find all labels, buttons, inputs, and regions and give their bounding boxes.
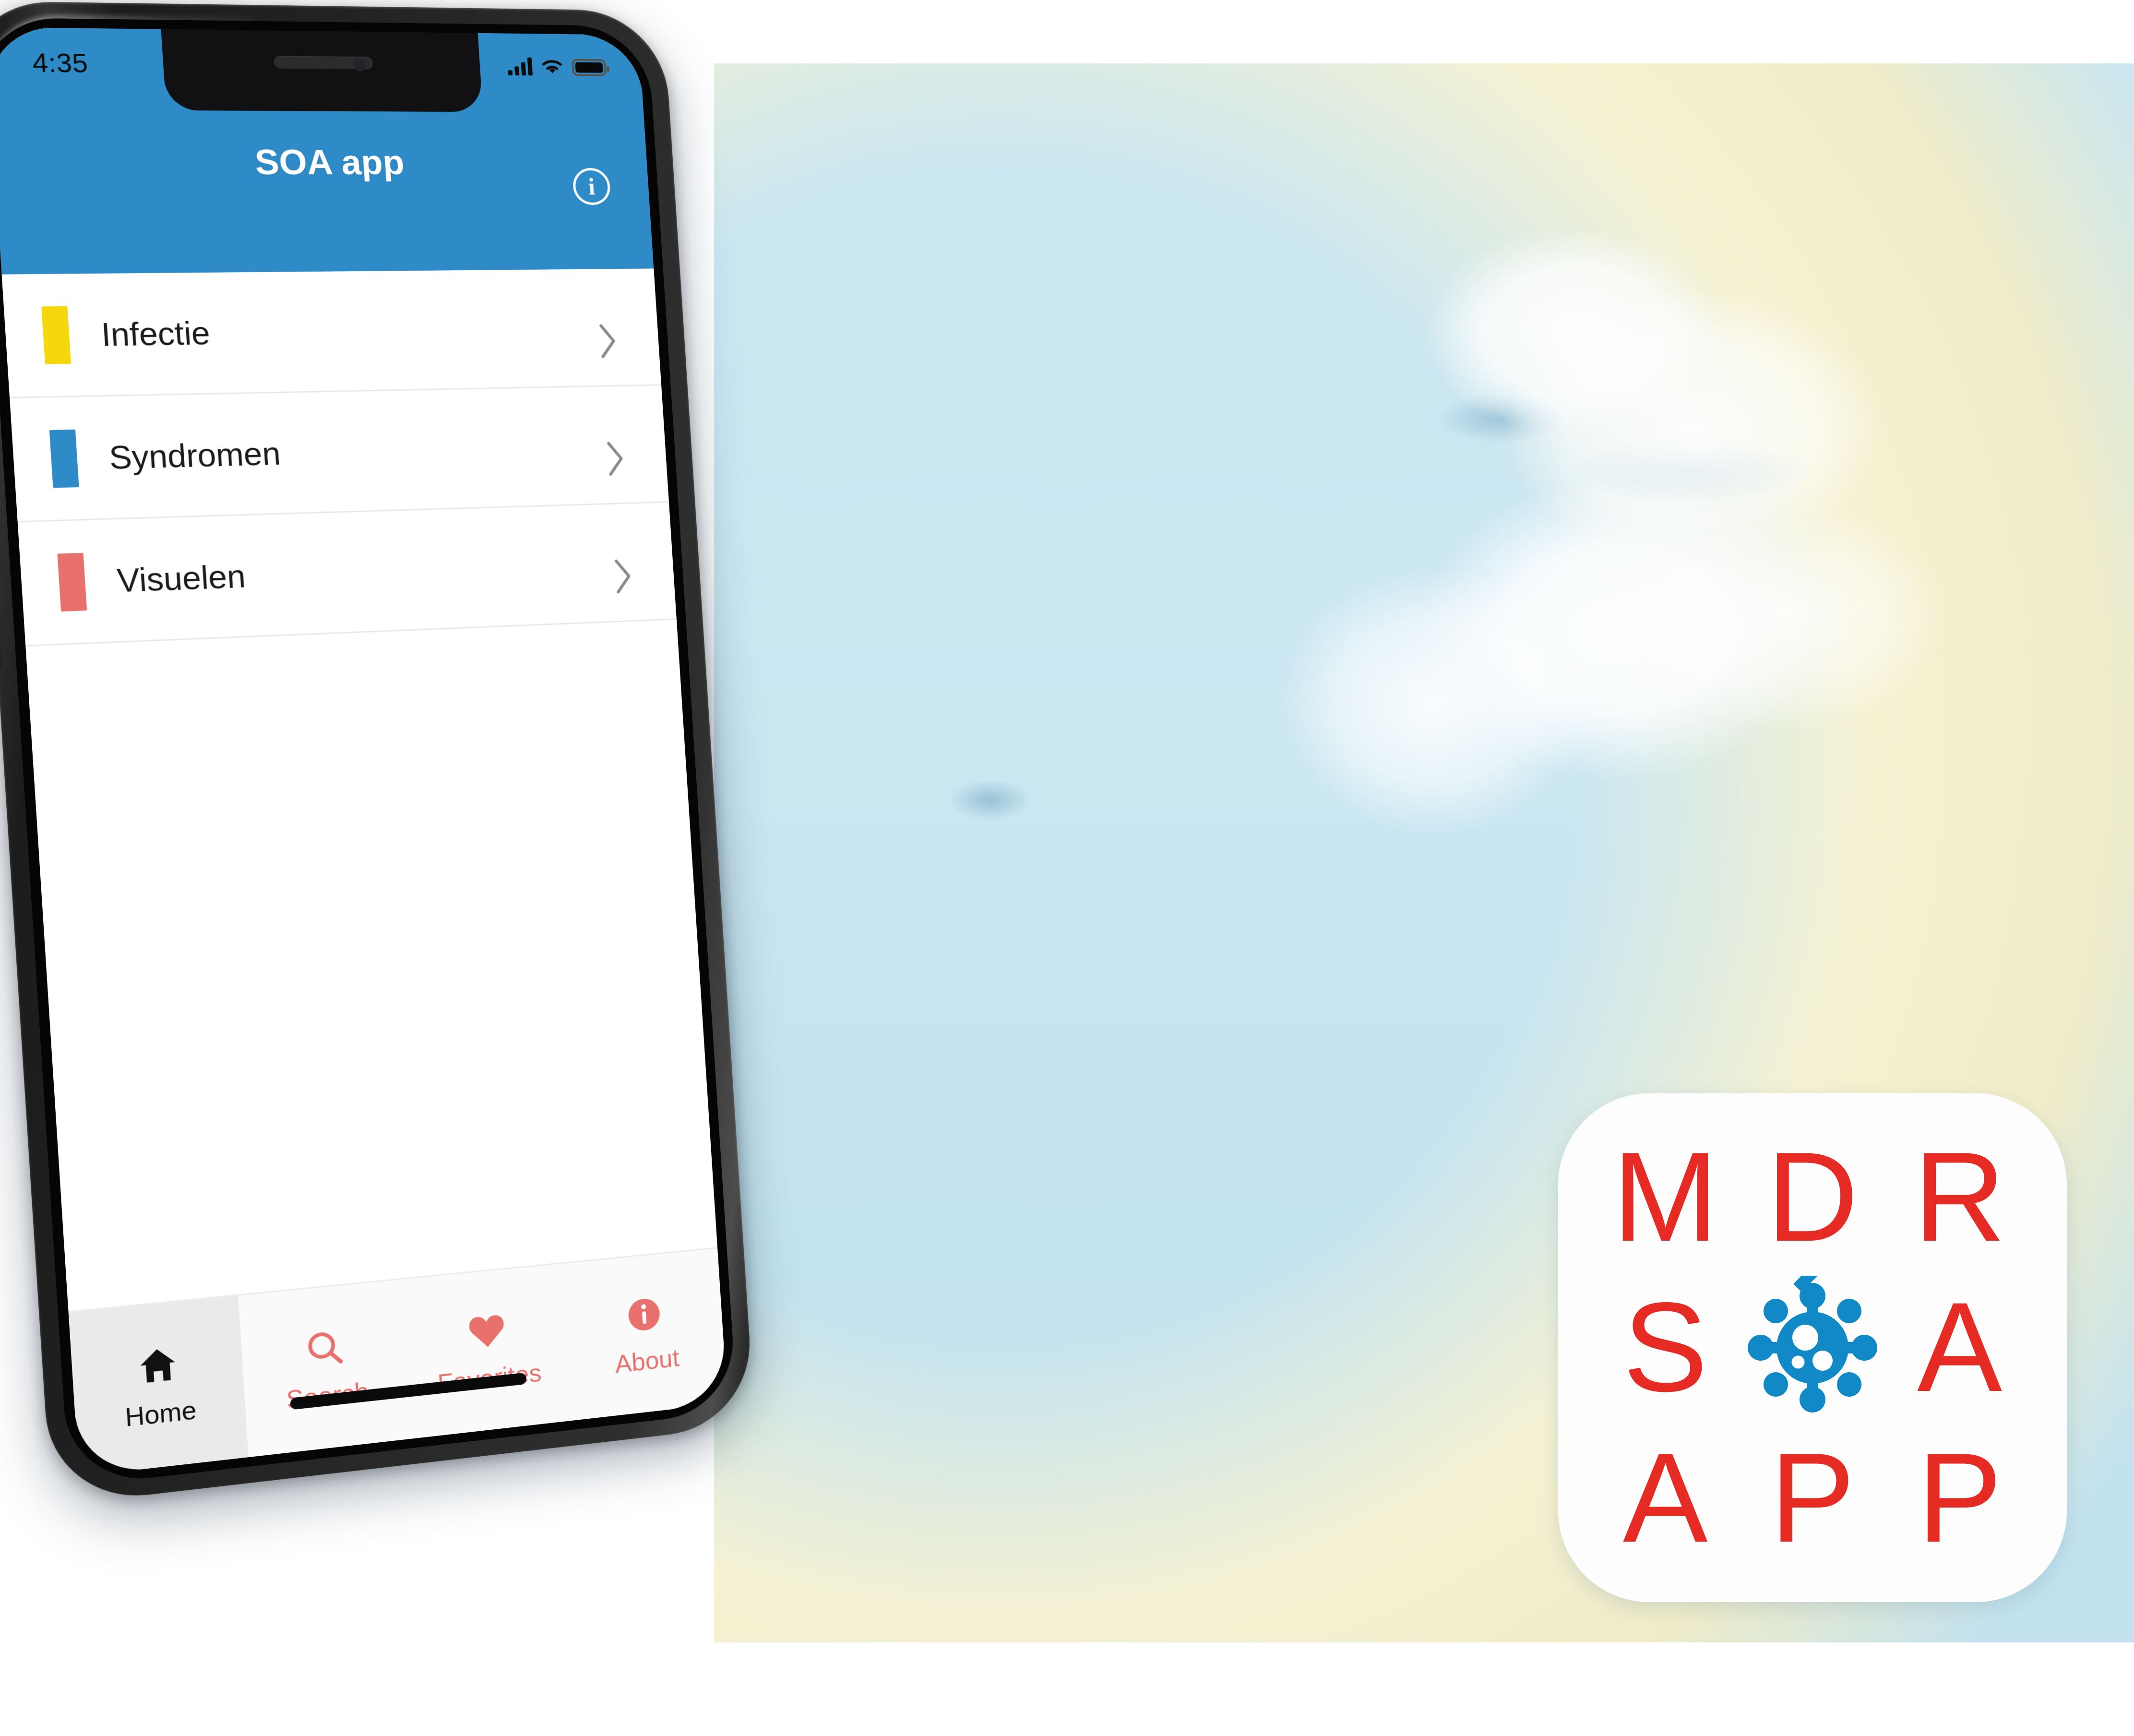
tab-label-home: Home — [124, 1395, 198, 1432]
chevron-right-icon — [603, 440, 627, 478]
cellular-signal-icon — [507, 56, 533, 76]
chevron-right-icon — [610, 557, 634, 595]
list-item[interactable]: Visuelen — [17, 503, 677, 647]
logo-letter-d: D — [1766, 1126, 1859, 1269]
logo-letter-s: S — [1622, 1276, 1708, 1419]
list-item[interactable]: Syndromen — [10, 385, 669, 523]
chevron-right-icon — [595, 323, 619, 360]
home-icon — [134, 1340, 181, 1390]
category-color-swatch — [49, 429, 79, 488]
list-item-label: Visuelen — [116, 557, 247, 599]
heart-icon — [465, 1306, 509, 1355]
logo-letter-p-2: P — [1917, 1426, 2003, 1569]
screenshot-stage: M D R S A A P P 4:35 SOA app i Infectie … — [0, 0, 2134, 1736]
phone-screen: 4:35 SOA app i Infectie Syndromen Visuel… — [0, 27, 728, 1477]
logo-letter-r: R — [1913, 1126, 2006, 1269]
status-bar-time: 4:35 — [31, 48, 89, 79]
mdr-soa-app-logo: M D R S A A P P — [1558, 1093, 2067, 1602]
info-filled-icon — [622, 1291, 666, 1339]
list-item[interactable]: Infectie — [1, 268, 662, 399]
tab-favorites[interactable]: Favorites — [403, 1264, 572, 1439]
category-color-swatch — [41, 306, 72, 364]
logo-letter-a-right: A — [1917, 1276, 2003, 1419]
category-list: Infectie Syndromen Visuelen — [1, 268, 718, 1311]
tab-label-about: About — [614, 1343, 680, 1378]
logo-letter-a-bottom: A — [1622, 1426, 1708, 1569]
category-color-swatch — [57, 552, 87, 611]
tab-search[interactable]: Search — [238, 1280, 413, 1457]
battery-full-icon — [571, 59, 607, 76]
logo-letter-p-1: P — [1770, 1426, 1855, 1569]
phone-mockup: 4:35 SOA app i Infectie Syndromen Visuel… — [0, 0, 816, 1736]
phone-notch — [160, 27, 483, 112]
page-title: SOA app — [253, 143, 405, 182]
status-bar-indicators — [507, 56, 607, 76]
list-item-label: Infectie — [100, 314, 211, 353]
logo-letter-m: M — [1612, 1126, 1718, 1269]
wifi-icon — [540, 57, 564, 76]
virus-icon — [1741, 1275, 1884, 1420]
